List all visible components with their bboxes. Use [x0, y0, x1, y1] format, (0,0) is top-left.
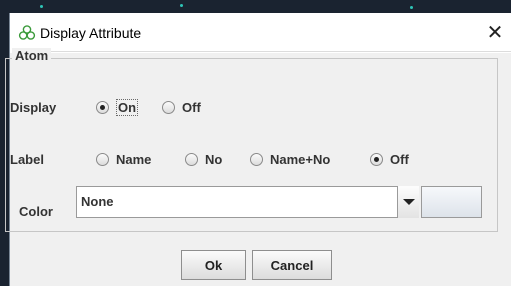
atom-clover-icon	[18, 24, 36, 42]
radio-display-off[interactable]: Off	[162, 100, 201, 115]
radio-button-checked[interactable]	[370, 153, 383, 166]
window-title: Display Attribute	[40, 25, 142, 41]
color-combobox[interactable]: None	[76, 186, 419, 218]
color-swatch-button[interactable]	[421, 186, 482, 218]
radio-button-checked[interactable]	[96, 101, 109, 114]
title-bar: Display Attribute ✕	[10, 13, 511, 53]
radio-button[interactable]	[96, 153, 109, 166]
display-label: Display	[10, 100, 57, 115]
combobox-dropdown-button[interactable]	[397, 186, 419, 218]
radio-label-off[interactable]: Off	[370, 152, 409, 167]
ok-button[interactable]: Ok	[181, 250, 246, 280]
radio-button[interactable]	[185, 153, 198, 166]
title-divider	[20, 51, 511, 52]
radio-button[interactable]	[250, 153, 263, 166]
combobox-value: None	[81, 194, 114, 209]
label-label: Label	[10, 152, 44, 167]
radio-label: Off	[182, 100, 201, 115]
background-dot	[40, 5, 43, 8]
close-icon[interactable]: ✕	[480, 19, 510, 47]
radio-label-no[interactable]: No	[185, 152, 222, 167]
radio-label-name-no[interactable]: Name+No	[250, 152, 330, 167]
radio-display-on[interactable]: On	[96, 99, 139, 116]
radio-label: Name+No	[270, 152, 331, 167]
background-dot	[180, 4, 183, 7]
color-label: Color	[19, 204, 53, 219]
cancel-button[interactable]: Cancel	[252, 250, 332, 280]
radio-button[interactable]	[162, 101, 175, 114]
chevron-down-icon	[403, 199, 415, 205]
radio-label: Name	[116, 152, 152, 167]
radio-label: Off	[390, 152, 409, 167]
radio-label-name[interactable]: Name	[96, 152, 151, 167]
radio-label: On	[116, 99, 139, 116]
background-dot	[410, 6, 413, 9]
group-label-atom: Atom	[12, 48, 52, 63]
radio-label: No	[205, 152, 223, 167]
